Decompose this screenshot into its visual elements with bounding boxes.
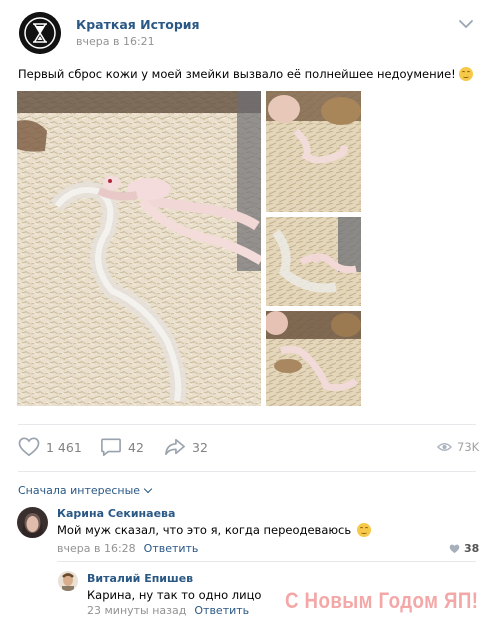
comment-button[interactable]: 42	[100, 432, 144, 462]
comment-count: 42	[128, 439, 144, 455]
photo-thumb-1[interactable]	[266, 91, 361, 212]
comment-meta: 23 минуты назад Ответить	[87, 604, 249, 617]
comment-text-body: Мой муж сказал, что это я, когда переоде…	[57, 523, 352, 537]
comment-author[interactable]: Виталий Епишев	[87, 572, 193, 585]
post-text: Первый сброс кожи у моей змейки вызвало …	[18, 66, 473, 82]
reply-button[interactable]: Ответить	[144, 542, 199, 555]
comment-text: Карина, ну так то одно лицо	[87, 588, 262, 602]
like-count: 1 461	[46, 439, 82, 455]
avatar[interactable]	[17, 507, 48, 538]
photo-thumb-3[interactable]	[266, 311, 361, 406]
share-button[interactable]: 32	[164, 432, 208, 462]
comment-like-button[interactable]: 38	[449, 542, 479, 555]
share-count: 32	[192, 439, 208, 455]
reply-button[interactable]: Ответить	[194, 604, 249, 617]
comment-meta: вчера в 16:28 Ответить	[57, 542, 198, 555]
views-counter: 73K	[437, 440, 479, 454]
comment-time[interactable]: вчера в 16:28	[57, 542, 136, 555]
comment-time[interactable]: 23 минуты назад	[87, 604, 186, 617]
chevron-down-icon	[143, 484, 153, 494]
comment-divider	[57, 561, 476, 562]
photo-thumb-2[interactable]	[266, 217, 361, 306]
post-time[interactable]: вчера в 16:21	[76, 35, 155, 48]
eye-icon	[437, 443, 452, 451]
avatar[interactable]	[58, 571, 78, 591]
laughing-tears-emoji-icon	[356, 523, 371, 537]
group-name-link[interactable]: Краткая История	[76, 17, 200, 32]
comment-text: Мой муж сказал, что это я, когда переоде…	[57, 523, 371, 537]
heart-icon	[18, 437, 40, 457]
views-count: 73K	[457, 440, 480, 454]
heart-icon	[449, 544, 460, 553]
post-header: Краткая История вчера в 16:21	[0, 0, 486, 60]
divider-bottom	[18, 471, 476, 472]
photo-main[interactable]	[17, 91, 261, 406]
comment-author[interactable]: Карина Секинаева	[57, 507, 175, 520]
post-actions: 1 461 42 32 73K	[0, 432, 486, 462]
smiling-face-emoji-icon	[458, 67, 473, 81]
sort-label: Сначала интересные	[18, 484, 141, 497]
post-text-body: Первый сброс кожи у моей змейки вызвало …	[18, 67, 456, 81]
comment-item: Карина Секинаева Мой муж сказал, что это…	[0, 505, 486, 560]
divider-top	[18, 424, 476, 425]
photo-gallery	[17, 91, 361, 406]
share-arrow-icon	[165, 438, 185, 456]
watermark-text: С Новым Годом ЯП!	[285, 588, 479, 613]
group-avatar[interactable]	[19, 12, 61, 54]
comments-sort-dropdown[interactable]: Сначала интересные	[18, 484, 153, 497]
comment-like-count: 38	[464, 542, 480, 555]
comment-bubble-icon	[101, 438, 121, 456]
like-button[interactable]: 1 461	[18, 432, 82, 462]
chevron-down-icon[interactable]	[458, 18, 474, 30]
